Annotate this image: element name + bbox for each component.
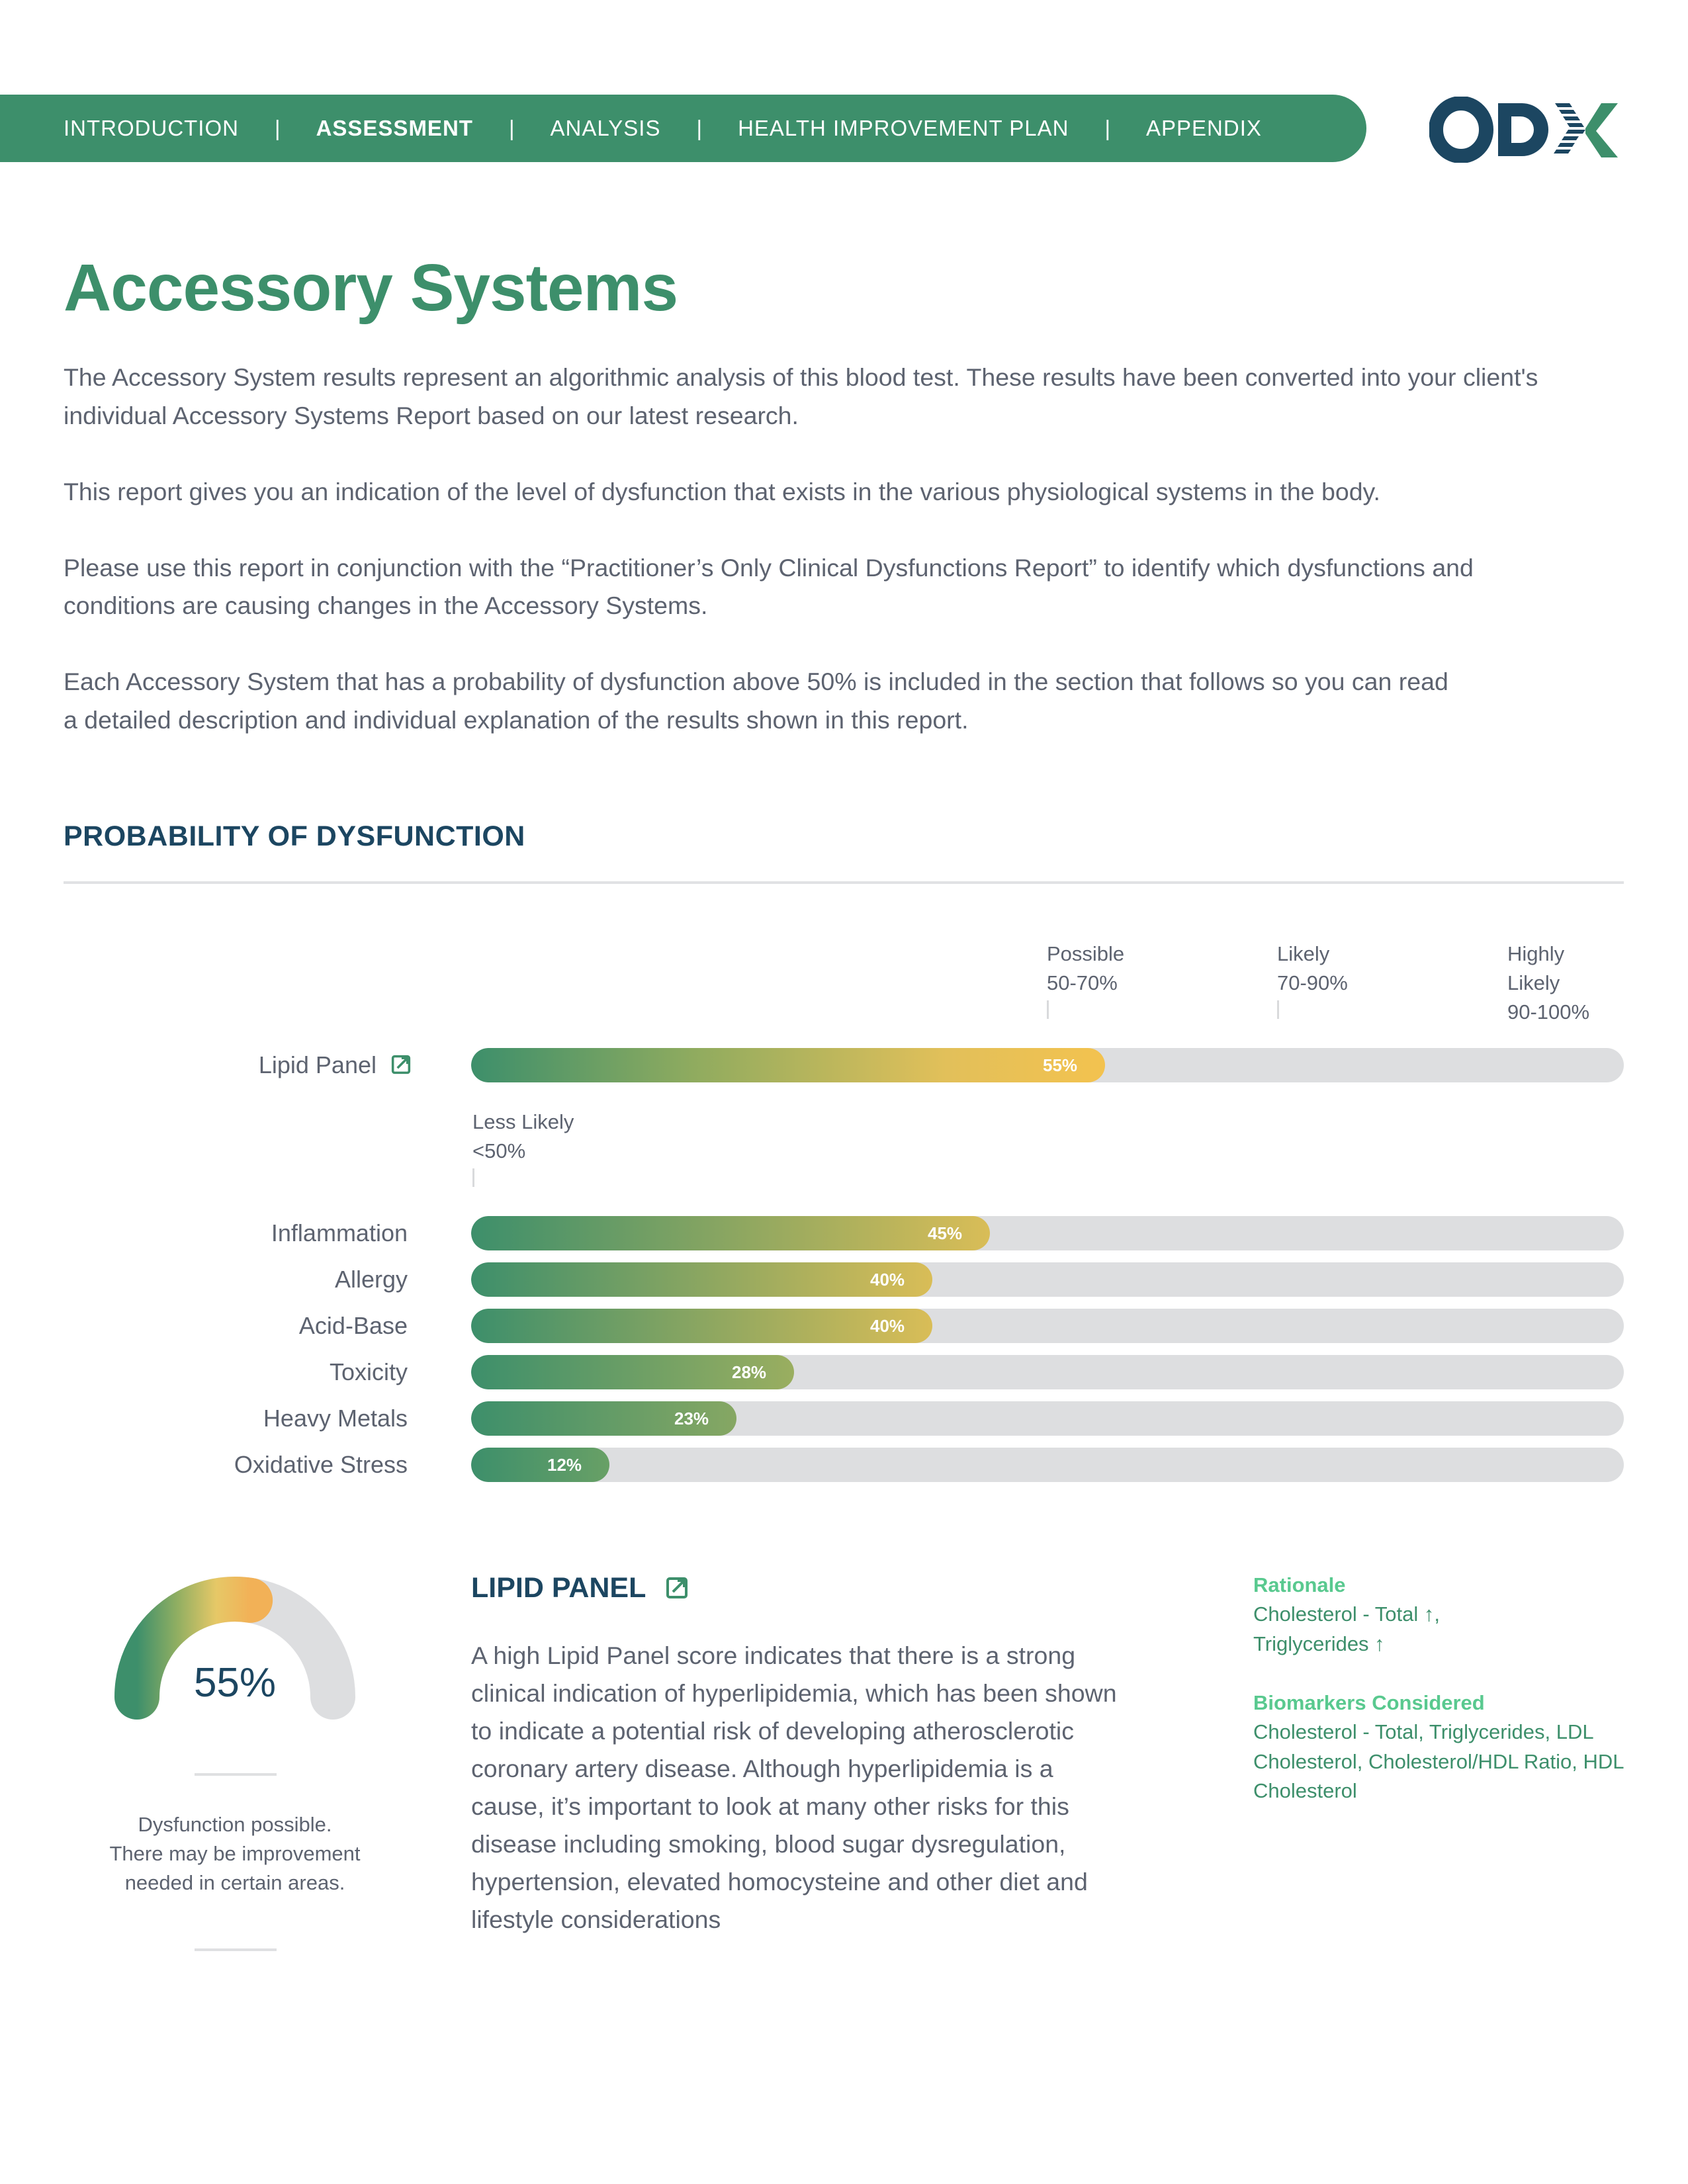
nav-separator: | [1104,116,1111,140]
range-value: 70-90% [1277,971,1348,994]
intro-paragraph: The Accessory System results represent a… [64,363,1538,429]
divider [64,881,1624,884]
bar-fill [471,1216,990,1250]
bar-fill [471,1448,609,1482]
range-label-possible: Possible 50-70% [1047,939,1124,998]
rationale-item: Cholesterol - Total ↑, [1253,1602,1440,1626]
nav-introduction[interactable]: INTRODUCTION [64,116,239,141]
gauge-caption-line: Dysfunction possible. [138,1813,332,1836]
range-name: Highly Likely [1507,942,1565,994]
gauge-caption-line: needed in certain areas. [124,1871,345,1894]
range-value: 90-100% [1507,1000,1590,1024]
bar-track: 28% [471,1355,1624,1389]
bar-label: Heavy Metals [263,1401,408,1436]
bar-label-text: Inflammation [271,1219,408,1246]
bar-track: 12% [471,1448,1624,1482]
bar-label: Inflammation [271,1216,408,1250]
page-title: Accessory Systems [64,251,678,325]
bar-track: 40% [471,1309,1624,1343]
bar-fill [471,1262,932,1297]
divider [195,1948,277,1951]
rationale-item: Triglycerides ↑ [1253,1632,1385,1655]
nav-analysis[interactable]: ANALYSIS [551,116,661,141]
bar-track: 45% [471,1216,1624,1250]
range-tick [1277,1000,1279,1019]
bar-label: Toxicity [330,1355,408,1389]
biomarkers-heading: Biomarkers Considered [1253,1691,1485,1714]
bar-value-label: 40% [870,1316,905,1336]
bar-label-text: Acid-Base [298,1312,408,1339]
bar-label-text: Oxidative Stress [234,1451,408,1478]
nav-separator: | [274,116,281,140]
section-title: PROBABILITY OF DYSFUNCTION [64,820,525,852]
bar-track: 23% [471,1401,1624,1436]
intro-paragraph: Each Accessory System that has a probabi… [64,668,1448,734]
biomarkers-list: Cholesterol - Total, Triglycerides, LDL … [1253,1720,1624,1802]
detail-title: LIPID PANEL [471,1572,688,1604]
bar-value-label: 28% [732,1362,767,1382]
range-value: 50-70% [1047,971,1118,994]
rationale-list: Cholesterol - Total ↑, Triglycerides ↑ [1253,1600,1637,1659]
intro-text: The Accessory System results represent a… [64,359,1638,777]
rationale-heading: Rationale [1253,1573,1346,1596]
external-link-icon[interactable] [391,1055,411,1074]
intro-paragraph: Please use this report in conjunction wi… [64,553,1474,620]
nav-health-improvement-plan[interactable]: HEALTH IMPROVEMENT PLAN [738,116,1069,141]
gauge-value: 55% [193,1660,277,1706]
bar-value-label: 45% [928,1223,963,1243]
intro-paragraph: This report gives you an indication of t… [64,477,1380,505]
bar-label: Oxidative Stress [234,1448,408,1482]
range-tick [472,1168,474,1187]
bar-track: 55% [471,1048,1624,1082]
nav-separator: | [696,116,703,140]
bar-label-text: Toxicity [329,1358,408,1385]
bar-value-label: 55% [1043,1055,1078,1075]
range-name: Possible [1047,942,1125,965]
range-label-likely: Likely 70-90% [1277,939,1348,998]
bar-label[interactable]: Lipid Panel [259,1048,411,1082]
detail-title-text: LIPID PANEL [471,1572,646,1604]
nav-appendix[interactable]: APPENDIX [1146,116,1262,141]
detail-description: A high Lipid Panel score indicates that … [471,1641,1117,1933]
bar-label-text: Allergy [334,1266,408,1293]
bar-track: 40% [471,1262,1624,1297]
range-label-less-likely: Less Likely <50% [472,1108,574,1166]
bar-value-label: 23% [674,1409,709,1428]
odx-logo: ODX [1429,97,1618,163]
bar-label-text: Heavy Metals [263,1405,408,1432]
range-name: Likely [1277,942,1330,965]
bar-label-text: Lipid Panel [258,1051,377,1078]
bar-label: Allergy [335,1262,408,1297]
range-value: <50% [472,1139,526,1162]
bar-value-label: 40% [870,1270,905,1289]
range-label-highly-likely: Highly Likely 90-100% [1507,939,1613,1027]
section-nav: INTRODUCTION | ASSESSMENT | ANALYSIS | H… [0,95,1366,162]
bar-fill [471,1309,932,1343]
nav-assessment[interactable]: ASSESSMENT [316,116,473,141]
nav-separator: | [508,116,515,140]
divider [195,1773,277,1776]
range-tick [1047,1000,1049,1019]
external-link-icon[interactable] [666,1577,688,1599]
range-name: Less Likely [472,1110,574,1133]
gauge-caption: Dysfunction possible. There may be impro… [73,1810,397,1898]
gauge-caption-line: There may be improvement [109,1842,361,1865]
bar-label: Acid-Base [299,1309,408,1343]
bar-fill [471,1048,1105,1082]
bar-value-label: 12% [547,1455,582,1475]
